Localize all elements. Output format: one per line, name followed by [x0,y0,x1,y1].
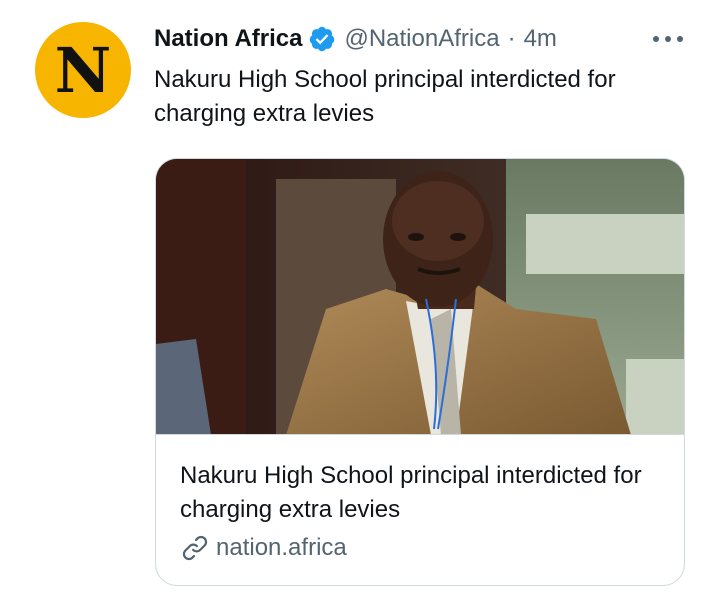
avatar[interactable]: N [35,22,131,118]
avatar-logo-letter: N [54,34,112,107]
tweet-text: Nakuru High School principal interdicted… [154,66,616,127]
link-icon [182,535,208,561]
more-options-button[interactable] [648,26,688,52]
card-image[interactable] [156,159,684,435]
more-horizontal-icon [653,36,683,42]
card-domain[interactable]: nation.africa [180,531,347,565]
display-name[interactable]: Nation Africa [154,25,302,53]
tweet-header: Nation Africa @NationAfrica · 4m [154,22,557,56]
tweet[interactable]: N Nation Africa @NationAfrica · 4m Nakur… [0,0,720,606]
timestamp[interactable]: 4m [524,25,557,53]
handle[interactable]: @NationAfrica [344,25,499,53]
verified-badge-icon [308,25,336,53]
link-card[interactable]: Nakuru High School principal interdicted… [155,158,685,586]
news-photo [156,159,684,434]
card-title: Nakuru High School principal interdicted… [180,462,642,523]
card-domain-label: nation.africa [216,534,347,561]
separator-dot: · [507,25,516,52]
